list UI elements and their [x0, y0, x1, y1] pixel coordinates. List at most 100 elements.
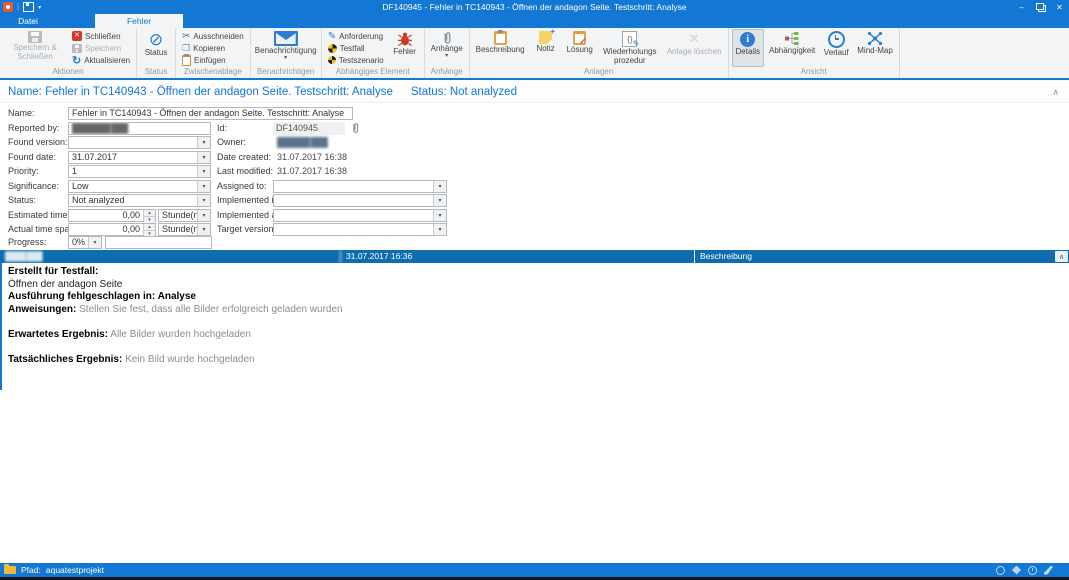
- target-version-select[interactable]: [273, 223, 447, 236]
- found-version-select[interactable]: [68, 136, 211, 149]
- attachment-title: Beschreibung: [695, 250, 1055, 263]
- estimated-time-input[interactable]: 0,00: [68, 209, 156, 222]
- window-title: DF140945 - Fehler in TC140943 - Öffnen d…: [0, 0, 1069, 14]
- chevron-down-icon: [197, 224, 210, 235]
- field-label-target-version: Target version:: [217, 223, 276, 236]
- description-attachment-button[interactable]: Beschreibung: [473, 29, 528, 67]
- close-button[interactable]: [1050, 0, 1069, 14]
- cut-button[interactable]: Ausschneiden: [179, 30, 247, 42]
- testcase-button[interactable]: Testfall: [325, 42, 387, 54]
- paperclip-icon: [442, 31, 452, 44]
- history-status-icon[interactable]: [1028, 566, 1037, 575]
- last-modified-value: 31.07.2017 16:38: [277, 165, 347, 178]
- tab-datei[interactable]: Datei: [2, 14, 54, 28]
- minimize-button[interactable]: [1012, 0, 1031, 14]
- restore-button[interactable]: [1031, 0, 1050, 14]
- ribbon-group-anhaenge: Anhänge Anhänge: [425, 28, 470, 78]
- implemented-at-select[interactable]: [273, 209, 447, 222]
- significance-select[interactable]: Low: [68, 180, 211, 193]
- copy-button[interactable]: Kopieren: [179, 42, 247, 54]
- field-label-reported-by: Reported by:: [8, 122, 60, 135]
- dependency-view-button[interactable]: Abhängigkeit: [766, 29, 818, 67]
- estimated-unit-select[interactable]: Stunde(n): [158, 209, 211, 222]
- field-label-priority: Priority:: [8, 165, 39, 178]
- description-line: Öffnen der andagon Seite: [8, 279, 1069, 292]
- name-input[interactable]: Fehler in TC140943 - Öffnen der andagon …: [68, 107, 353, 120]
- requirement-button[interactable]: Anforderung: [325, 30, 387, 42]
- priority-select[interactable]: 1: [68, 165, 211, 178]
- save-icon: [28, 31, 42, 43]
- history-view-button[interactable]: Verlauf: [820, 29, 852, 67]
- description-line: Erstellt für Testfall:: [8, 266, 1069, 279]
- details-form: Name: Fehler in TC140943 - Öffnen der an…: [0, 104, 1069, 250]
- paste-button[interactable]: Einfügen: [179, 54, 247, 66]
- spinner-arrows-icon[interactable]: [143, 224, 155, 235]
- actual-unit-select[interactable]: Stunde(n): [158, 223, 211, 236]
- status-button[interactable]: Status: [140, 29, 172, 67]
- ribbon-group-benachrichtigen: Benachrichtigung Benachrichtigen: [251, 28, 322, 78]
- details-view-button[interactable]: Details: [732, 29, 764, 67]
- ribbon-group-abhaengiges-element: Anforderung Testfall Testszenario: [322, 28, 425, 78]
- found-date-select[interactable]: 31.07.2017: [68, 151, 211, 164]
- group-label-zwischenablage: Zwischenablage: [179, 67, 247, 78]
- description-line: [8, 316, 1069, 329]
- item-header-name: Name: Fehler in TC140943 - Öffnen der an…: [8, 86, 393, 98]
- solution-button[interactable]: Lösung: [564, 29, 596, 67]
- implemented-in-select[interactable]: [273, 194, 447, 207]
- progress-select[interactable]: 0%: [68, 236, 102, 249]
- dependency-icon: [784, 31, 800, 46]
- notification-button[interactable]: Benachrichtigung: [254, 29, 318, 67]
- refresh-icon: [72, 54, 81, 67]
- testscenario-button[interactable]: Testszenario: [325, 54, 387, 66]
- status-bar: Pfad: aquatestprojekt: [0, 563, 1069, 577]
- close-red-icon: [72, 31, 82, 41]
- description-editor[interactable]: Erstellt für Testfall: Öffnen der andago…: [0, 263, 1069, 390]
- reported-by-input[interactable]: ███████ ███: [68, 122, 211, 135]
- tab-fehler[interactable]: Fehler: [95, 14, 183, 28]
- bug-icon: [397, 31, 413, 47]
- collapse-header-icon[interactable]: [1052, 87, 1059, 98]
- quick-save-icon[interactable]: [23, 2, 34, 12]
- mindmap-view-button[interactable]: Mind-Map: [854, 29, 896, 67]
- refresh-button[interactable]: Aktualisieren: [69, 54, 133, 66]
- share-status-icon[interactable]: [1012, 566, 1021, 575]
- field-label-last-modified: Last modified:: [217, 165, 273, 178]
- attachments-button[interactable]: Anhänge: [428, 29, 466, 67]
- chevron-down-icon: [433, 224, 446, 235]
- assigned-to-select[interactable]: [273, 180, 447, 193]
- note-button[interactable]: Notiz: [530, 29, 562, 67]
- envelope-icon: [274, 31, 298, 46]
- paste-icon: [182, 55, 191, 66]
- chevron-down-icon: [197, 166, 210, 177]
- group-label-benachrichtigen: Benachrichtigen: [254, 67, 318, 78]
- chevron-down-icon: [284, 56, 287, 61]
- attachment-header-bar: ████ ███ 31.07.2017 16:36 Beschreibung: [0, 250, 1069, 263]
- requirement-pencil-icon: [328, 31, 336, 42]
- field-label-significance: Significance:: [8, 180, 59, 193]
- field-label-name: Name:: [8, 107, 35, 120]
- repro-procedure-button[interactable]: Wiederholungs prozedur: [598, 29, 662, 67]
- id-paperclip-icon[interactable]: [350, 122, 360, 135]
- info-status-icon[interactable]: [996, 566, 1005, 575]
- status-select[interactable]: Not analyzed: [68, 194, 211, 207]
- ribbon-group-ansicht: Details Abhängigkeit Verlauf Mind-M: [729, 28, 900, 78]
- spinner-arrows-icon[interactable]: [143, 210, 155, 221]
- history-clock-icon: [828, 31, 845, 48]
- quick-access-dropdown-icon[interactable]: [38, 4, 41, 11]
- chevron-down-icon: [433, 195, 446, 206]
- delete-attachment-button: Anlage löschen: [664, 29, 725, 67]
- close-item-button[interactable]: Schließen: [69, 30, 133, 42]
- tools-status-icon[interactable]: [1044, 566, 1053, 575]
- defect-button[interactable]: Fehler: [389, 29, 421, 67]
- chevron-down-icon: [197, 137, 210, 148]
- group-label-anlagen: Anlagen: [473, 67, 725, 78]
- ribbon: Speichern & Schließen Schließen Speicher…: [0, 28, 1069, 80]
- description-line: Tatsächliches Ergebnis: Kein Bild wurde …: [8, 354, 1069, 367]
- testscenario-icon: [328, 56, 336, 64]
- group-label-ansicht: Ansicht: [732, 67, 896, 78]
- actual-time-input[interactable]: 0,00: [68, 223, 156, 236]
- group-label-anhaenge: Anhänge: [428, 67, 466, 78]
- collapse-attachment-icon[interactable]: [1055, 251, 1068, 262]
- group-label-abhaengiges-element: Abhängiges Element: [325, 67, 421, 78]
- delete-x-icon: [689, 31, 700, 47]
